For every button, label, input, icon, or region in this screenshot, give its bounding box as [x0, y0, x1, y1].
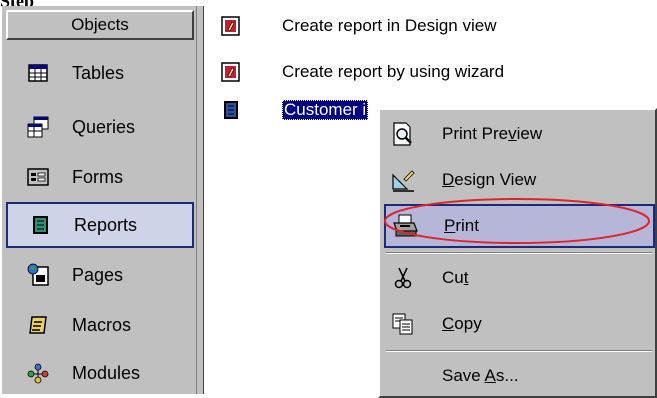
context-menu: Print Preview Design View Print Cut Copy…: [378, 108, 657, 398]
module-icon: [27, 363, 49, 384]
sidebar-item-tables[interactable]: Tables: [6, 50, 194, 96]
page-icon: [27, 263, 49, 286]
menu-separator: [386, 350, 652, 352]
list-item-create-design[interactable]: Create report in Design view: [220, 12, 496, 40]
sidebar-item-label: Macros: [72, 314, 132, 335]
copy-icon: [392, 313, 413, 335]
sidebar-item-queries[interactable]: Queries: [6, 104, 194, 150]
print-preview-icon: [393, 122, 412, 146]
sidebar-item-label: Pages: [72, 264, 124, 285]
design-wizard-icon: [221, 16, 240, 36]
menu-item-label: Print Preview: [442, 124, 543, 143]
printer-icon: [393, 214, 418, 237]
form-icon: [27, 168, 49, 186]
table-icon: [28, 64, 48, 82]
sidebar-item-macros[interactable]: Macros: [6, 302, 194, 348]
sidebar-item-label: Modules: [72, 362, 141, 383]
sidebar-item-forms[interactable]: Forms: [6, 154, 194, 200]
list-item-create-wizard[interactable]: Create report by using wizard: [220, 58, 504, 86]
scissors-icon: [394, 267, 412, 289]
report-wizard-icon: [221, 62, 240, 82]
query-icon: [27, 116, 49, 138]
sidebar-item-pages[interactable]: Pages: [6, 252, 194, 298]
sidebar-item-label: Queries: [72, 116, 136, 137]
menu-item-print[interactable]: Print: [384, 204, 655, 248]
sidebar-item-modules[interactable]: Modules: [6, 350, 194, 396]
menu-item-label: Save As...: [442, 366, 519, 385]
design-view-icon: [392, 170, 415, 192]
menu-item-save-as[interactable]: Save As...: [384, 354, 655, 398]
menu-item-design-view[interactable]: Design View: [384, 158, 655, 202]
sidebar-item-reports[interactable]: Reports: [6, 202, 194, 248]
menu-item-print-preview[interactable]: Print Preview: [384, 112, 655, 156]
report-icon: [33, 216, 48, 234]
report-icon: [224, 101, 238, 119]
objects-sidebar: Objects Tables Queries Forms Reports Pag…: [0, 6, 198, 394]
objects-header[interactable]: Objects: [6, 10, 194, 40]
sidebar-item-label: Forms: [72, 166, 123, 187]
list-item-label: Create report by using wizard: [282, 62, 505, 81]
pane-splitter[interactable]: [196, 6, 204, 394]
menu-item-copy[interactable]: Copy: [384, 302, 655, 346]
menu-item-label: Copy: [442, 314, 482, 333]
menu-item-label: Design View: [442, 170, 537, 189]
sidebar-item-label: Reports: [74, 214, 138, 235]
list-item-label: Create report in Design view: [282, 16, 497, 35]
macro-icon: [29, 316, 47, 334]
blank-icon: [390, 363, 416, 389]
menu-item-label: Print: [444, 216, 479, 235]
sidebar-item-label: Tables: [72, 62, 125, 83]
list-item-customer-report[interactable]: Customer i: [220, 96, 369, 124]
menu-item-label: Cut: [442, 268, 469, 287]
menu-item-cut[interactable]: Cut: [384, 256, 655, 300]
menu-separator: [386, 252, 652, 254]
list-item-label: Customer i: [282, 100, 369, 120]
